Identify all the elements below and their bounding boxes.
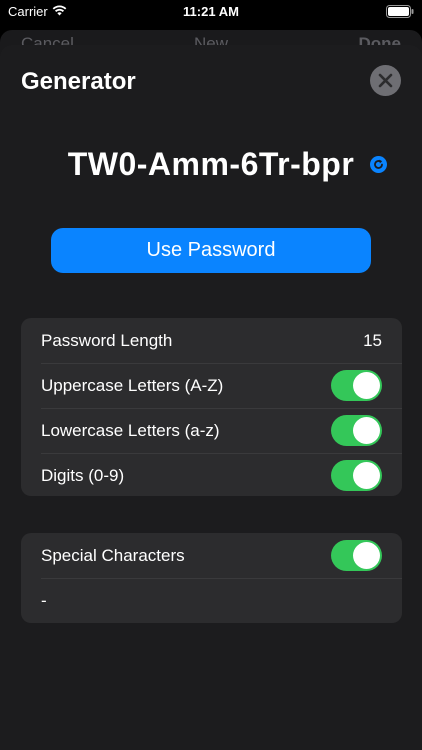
status-bar: Carrier 11:21 AM — [0, 0, 422, 24]
password-options-group: Password Length 15 Uppercase Letters (A-… — [21, 318, 402, 496]
lowercase-row: Lowercase Letters (a-z) — [21, 408, 402, 453]
sheet-title: Generator — [21, 68, 136, 95]
lowercase-label: Lowercase Letters (a-z) — [41, 420, 220, 440]
password-length-label: Password Length — [41, 330, 173, 350]
special-characters-row: Special Characters — [21, 533, 402, 578]
uppercase-row: Uppercase Letters (A-Z) — [21, 363, 402, 408]
special-characters-label: Special Characters — [41, 545, 185, 565]
uppercase-label: Uppercase Letters (A-Z) — [41, 375, 224, 395]
special-characters-toggle[interactable] — [331, 540, 382, 571]
lowercase-toggle[interactable] — [331, 415, 382, 446]
special-characters-value: - — [41, 590, 47, 610]
close-icon — [378, 73, 393, 88]
special-characters-group: Special Characters - — [21, 533, 402, 623]
digits-label: Digits (0-9) — [41, 465, 125, 485]
password-length-row[interactable]: Password Length 15 — [21, 318, 402, 363]
digits-toggle[interactable] — [331, 460, 382, 491]
generated-password: TW0-Amm-6Tr-bpr — [67, 146, 355, 182]
status-time: 11:21 AM — [183, 4, 239, 19]
refresh-icon[interactable] — [370, 156, 387, 173]
generator-sheet: Generator TW0-Amm-6Tr-bpr Use Password P… — [0, 45, 422, 750]
password-length-value: 15 — [363, 330, 382, 350]
uppercase-toggle[interactable] — [331, 370, 382, 401]
battery-icon — [386, 5, 414, 18]
digits-row: Digits (0-9) — [21, 453, 402, 496]
close-button[interactable] — [370, 65, 401, 96]
use-password-button[interactable]: Use Password — [51, 228, 371, 273]
special-characters-value-row[interactable]: - — [21, 578, 402, 623]
